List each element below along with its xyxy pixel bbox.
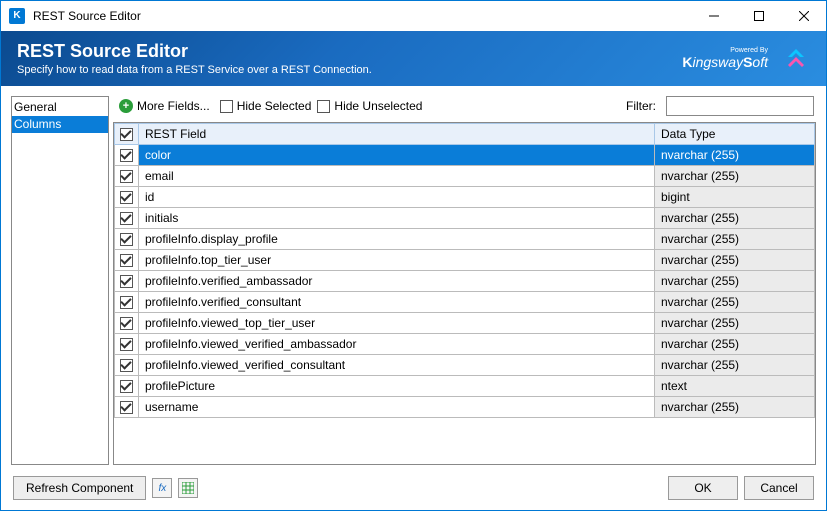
datatype-cell[interactable]: nvarchar (255) (655, 229, 815, 250)
datatype-cell[interactable]: nvarchar (255) (655, 334, 815, 355)
checkbox-icon (317, 100, 330, 113)
hide-selected-checkbox[interactable]: Hide Selected (220, 99, 312, 113)
row-checkbox[interactable] (115, 334, 139, 355)
field-cell[interactable]: profileInfo.viewed_top_tier_user (139, 313, 655, 334)
row-checkbox[interactable] (115, 166, 139, 187)
ok-button[interactable]: OK (668, 476, 738, 500)
plus-icon: + (119, 99, 133, 113)
toolbar: + More Fields... Hide Selected Hide Unse… (113, 96, 816, 120)
table-header-row: REST Field Data Type (115, 124, 815, 145)
page-subtitle: Specify how to read data from a REST Ser… (17, 64, 372, 76)
select-all-checkbox[interactable] (115, 124, 139, 145)
footer: Refresh Component fx OK Cancel (1, 465, 826, 510)
field-cell[interactable]: profileInfo.viewed_verified_consultant (139, 355, 655, 376)
field-cell[interactable]: username (139, 397, 655, 418)
columns-table: REST Field Data Type colornvarchar (255)… (113, 122, 816, 465)
field-cell[interactable]: initials (139, 208, 655, 229)
table-row[interactable]: profileInfo.verified_consultantnvarchar … (115, 292, 815, 313)
checkbox-icon (220, 100, 233, 113)
field-cell[interactable]: profileInfo.viewed_verified_ambassador (139, 334, 655, 355)
row-checkbox[interactable] (115, 292, 139, 313)
datatype-cell[interactable]: nvarchar (255) (655, 145, 815, 166)
field-cell[interactable]: profileInfo.display_profile (139, 229, 655, 250)
datatype-cell[interactable]: nvarchar (255) (655, 208, 815, 229)
table-row[interactable]: emailnvarchar (255) (115, 166, 815, 187)
datatype-cell[interactable]: nvarchar (255) (655, 397, 815, 418)
row-checkbox[interactable] (115, 229, 139, 250)
refresh-component-button[interactable]: Refresh Component (13, 476, 146, 500)
header-banner: REST Source Editor Specify how to read d… (1, 31, 826, 86)
field-cell[interactable]: id (139, 187, 655, 208)
expression-editor-button[interactable]: fx (152, 478, 172, 498)
page-title: REST Source Editor (17, 41, 372, 62)
titlebar: K REST Source Editor (1, 1, 826, 31)
row-checkbox[interactable] (115, 187, 139, 208)
row-checkbox[interactable] (115, 355, 139, 376)
table-row[interactable]: profilePicturentext (115, 376, 815, 397)
datatype-cell[interactable]: ntext (655, 376, 815, 397)
datatype-cell[interactable]: nvarchar (255) (655, 271, 815, 292)
row-checkbox[interactable] (115, 271, 139, 292)
header-logos: Powered By KingswaySoft (682, 45, 810, 73)
table-row[interactable]: profileInfo.top_tier_usernvarchar (255) (115, 250, 815, 271)
table-row[interactable]: idbigint (115, 187, 815, 208)
table-row[interactable]: profileInfo.display_profilenvarchar (255… (115, 229, 815, 250)
filter-input[interactable] (666, 96, 814, 116)
sidebar: GeneralColumns (11, 96, 109, 465)
table-row[interactable]: profileInfo.viewed_verified_consultantnv… (115, 355, 815, 376)
row-checkbox[interactable] (115, 208, 139, 229)
table-row[interactable]: profileInfo.viewed_top_tier_usernvarchar… (115, 313, 815, 334)
row-checkbox[interactable] (115, 250, 139, 271)
window-title: REST Source Editor (33, 9, 691, 23)
more-fields-button[interactable]: + More Fields... (115, 97, 214, 115)
field-cell[interactable]: profilePicture (139, 376, 655, 397)
sidebar-item-columns[interactable]: Columns (12, 116, 108, 133)
kingswaysoft-logo: Powered By KingswaySoft (682, 47, 768, 70)
maximize-button[interactable] (736, 1, 781, 31)
close-button[interactable] (781, 1, 826, 31)
filter-label: Filter: (626, 99, 656, 113)
field-cell[interactable]: profileInfo.top_tier_user (139, 250, 655, 271)
cancel-button[interactable]: Cancel (744, 476, 814, 500)
field-cell[interactable]: profileInfo.verified_consultant (139, 292, 655, 313)
datatype-cell[interactable]: nvarchar (255) (655, 166, 815, 187)
sidebar-item-general[interactable]: General (12, 99, 108, 116)
table-row[interactable]: usernamenvarchar (255) (115, 397, 815, 418)
datatype-cell[interactable]: bigint (655, 187, 815, 208)
column-header-datatype[interactable]: Data Type (655, 124, 815, 145)
datatype-cell[interactable]: nvarchar (255) (655, 292, 815, 313)
row-checkbox[interactable] (115, 397, 139, 418)
datatype-cell[interactable]: nvarchar (255) (655, 250, 815, 271)
table-row[interactable]: profileInfo.verified_ambassadornvarchar … (115, 271, 815, 292)
app-icon: K (9, 8, 25, 24)
minimize-button[interactable] (691, 1, 736, 31)
hide-unselected-checkbox[interactable]: Hide Unselected (317, 99, 422, 113)
field-cell[interactable]: color (139, 145, 655, 166)
datatype-cell[interactable]: nvarchar (255) (655, 355, 815, 376)
field-cell[interactable]: profileInfo.verified_ambassador (139, 271, 655, 292)
clickup-logo-icon (782, 45, 810, 73)
column-header-field[interactable]: REST Field (139, 124, 655, 145)
table-row[interactable]: colornvarchar (255) (115, 145, 815, 166)
table-row[interactable]: profileInfo.viewed_verified_ambassadornv… (115, 334, 815, 355)
datatype-cell[interactable]: nvarchar (255) (655, 313, 815, 334)
grid-options-button[interactable] (178, 478, 198, 498)
row-checkbox[interactable] (115, 376, 139, 397)
row-checkbox[interactable] (115, 313, 139, 334)
table-row[interactable]: initialsnvarchar (255) (115, 208, 815, 229)
field-cell[interactable]: email (139, 166, 655, 187)
row-checkbox[interactable] (115, 145, 139, 166)
